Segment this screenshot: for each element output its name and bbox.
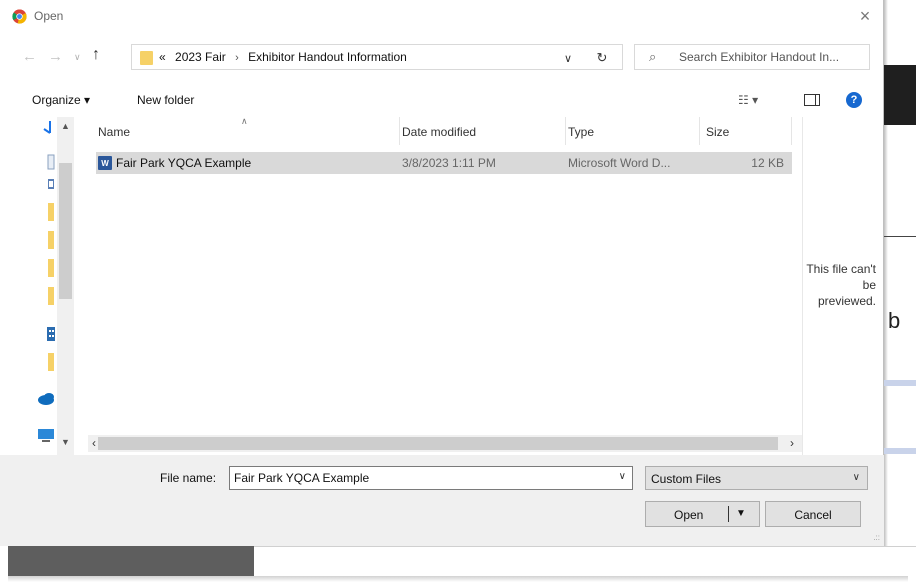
sort-ascending-icon: ∧ — [241, 116, 248, 126]
forward-arrow-icon[interactable]: → — [48, 48, 63, 65]
column-header-label: Size — [706, 125, 730, 139]
organize-menu-button[interactable]: Organize ▾ — [32, 93, 90, 107]
background-window-bottom — [0, 546, 916, 586]
breadcrumb: « 2023 Fair › Exhibitor Handout Informat… — [159, 50, 407, 64]
up-arrow-icon[interactable]: ↑ — [92, 46, 100, 64]
breadcrumb-separator[interactable]: › — [235, 52, 239, 64]
background-dark-band — [884, 65, 916, 125]
preview-message: This file can't be previewed. — [806, 262, 876, 308]
this-pc-icon[interactable] — [38, 429, 54, 442]
open-button[interactable]: Open ▼ — [645, 501, 760, 527]
file-name-input[interactable] — [234, 471, 604, 485]
navigation-pane-scrollbar[interactable]: ▲ ▼ — [57, 117, 74, 455]
folder-icon[interactable] — [48, 259, 54, 277]
chevron-down-icon[interactable]: ∨ — [619, 471, 626, 482]
change-view-button[interactable]: ☷ ▾ — [738, 93, 758, 107]
folder-icon[interactable] — [48, 287, 54, 305]
scrollbar-thumb[interactable] — [98, 437, 778, 450]
background-gray-panel — [8, 546, 254, 576]
recent-locations-chevron-icon[interactable]: ∨ — [74, 52, 81, 63]
address-dropdown-chevron-icon[interactable]: ∨ — [556, 48, 580, 68]
chevron-down-icon: ∨ — [852, 472, 860, 483]
back-arrow-icon[interactable]: ← — [22, 48, 37, 65]
breadcrumb-item[interactable]: Exhibitor Handout Information — [248, 50, 407, 64]
open-file-dialog: Open × ← → ∨ ↑ « 2023 Fair › Exhibitor H… — [0, 0, 884, 546]
background-highlight-band — [884, 380, 916, 386]
search-icon: ⌕ — [649, 49, 657, 64]
cancel-button[interactable]: Cancel — [765, 501, 861, 527]
scroll-up-arrow-icon[interactable]: ▲ — [61, 121, 70, 131]
file-type-filter-select[interactable]: Custom Files ∨ — [645, 466, 868, 490]
background-highlight-band — [884, 448, 916, 454]
resize-grip-icon[interactable]: .:: — [873, 533, 880, 542]
scroll-left-arrow-icon[interactable]: ‹ — [92, 436, 96, 450]
dialog-title: Open — [34, 9, 64, 23]
breadcrumb-overflow[interactable]: « — [159, 50, 166, 64]
scroll-down-arrow-icon[interactable]: ▼ — [61, 437, 70, 447]
file-row[interactable]: W Fair Park YQCA Example 3/8/2023 1:11 P… — [96, 152, 792, 174]
file-size: 12 KB — [751, 156, 784, 170]
preview-pane: This file can't be previewed. — [802, 117, 884, 455]
file-name-label: File name: — [160, 471, 217, 485]
document-icon[interactable] — [47, 154, 55, 170]
search-input[interactable] — [679, 48, 867, 66]
organization-building-icon[interactable] — [47, 327, 55, 341]
file-list: ∧ Name Date modified Type Size W Fair Pa… — [88, 116, 802, 455]
word-doc-icon: W — [98, 156, 112, 170]
close-button[interactable]: × — [848, 2, 882, 30]
background-window-edge: b — [884, 0, 916, 586]
file-name: Fair Park YQCA Example — [116, 156, 252, 170]
column-header-size[interactable]: Size — [700, 117, 792, 145]
new-folder-button[interactable]: New folder — [137, 93, 194, 107]
address-bar[interactable]: « 2023 Fair › Exhibitor Handout Informat… — [131, 44, 623, 70]
folder-icon[interactable] — [48, 353, 54, 371]
file-type-filter-value: Custom Files — [651, 472, 722, 486]
refresh-icon[interactable]: ↻ — [590, 48, 614, 68]
background-partial-text: b — [888, 308, 901, 333]
dialog-footer: File name: ∨ Custom Files ∨ Open ▼ Cance… — [0, 455, 884, 546]
preview-pane-icon[interactable] — [804, 94, 820, 106]
folder-icon[interactable] — [48, 231, 54, 249]
title-bar: Open × — [0, 0, 884, 32]
quick-access-pin-icon[interactable] — [43, 121, 51, 134]
split-divider — [728, 506, 729, 522]
onedrive-cloud-icon[interactable] — [38, 393, 54, 405]
file-date-modified: 3/8/2023 1:11 PM — [402, 156, 496, 170]
scroll-right-arrow-icon[interactable]: › — [790, 436, 794, 450]
background-divider — [254, 546, 916, 547]
command-toolbar: Organize ▾ New folder ☷ ▾ ? — [0, 84, 884, 116]
column-header-type[interactable]: Type — [566, 117, 700, 145]
open-button-label: Open — [674, 508, 704, 522]
column-header-date-modified[interactable]: Date modified — [400, 117, 566, 145]
file-name-combobox[interactable]: ∨ — [229, 466, 633, 490]
column-header-label: Date modified — [402, 125, 477, 139]
cancel-button-label: Cancel — [794, 508, 832, 522]
file-type: Microsoft Word D... — [568, 156, 671, 170]
file-list-horizontal-scrollbar[interactable]: ‹ › — [88, 435, 802, 452]
breadcrumb-item[interactable]: 2023 Fair — [175, 50, 226, 64]
scrollbar-thumb[interactable] — [59, 163, 72, 299]
folder-icon[interactable] — [48, 203, 54, 221]
column-header-name[interactable]: ∧ Name — [94, 116, 400, 145]
chrome-icon — [12, 9, 27, 24]
dialog-shadow — [8, 576, 908, 582]
column-header-label: Name — [98, 125, 131, 139]
search-box[interactable]: ⌕ — [634, 44, 870, 70]
open-options-dropdown-icon[interactable]: ▼ — [736, 508, 746, 519]
background-divider — [884, 236, 916, 237]
column-header-label: Type — [568, 125, 595, 139]
folder-icon — [140, 51, 153, 65]
help-icon[interactable]: ? — [846, 92, 862, 108]
documents-folder-icon[interactable] — [48, 179, 54, 189]
